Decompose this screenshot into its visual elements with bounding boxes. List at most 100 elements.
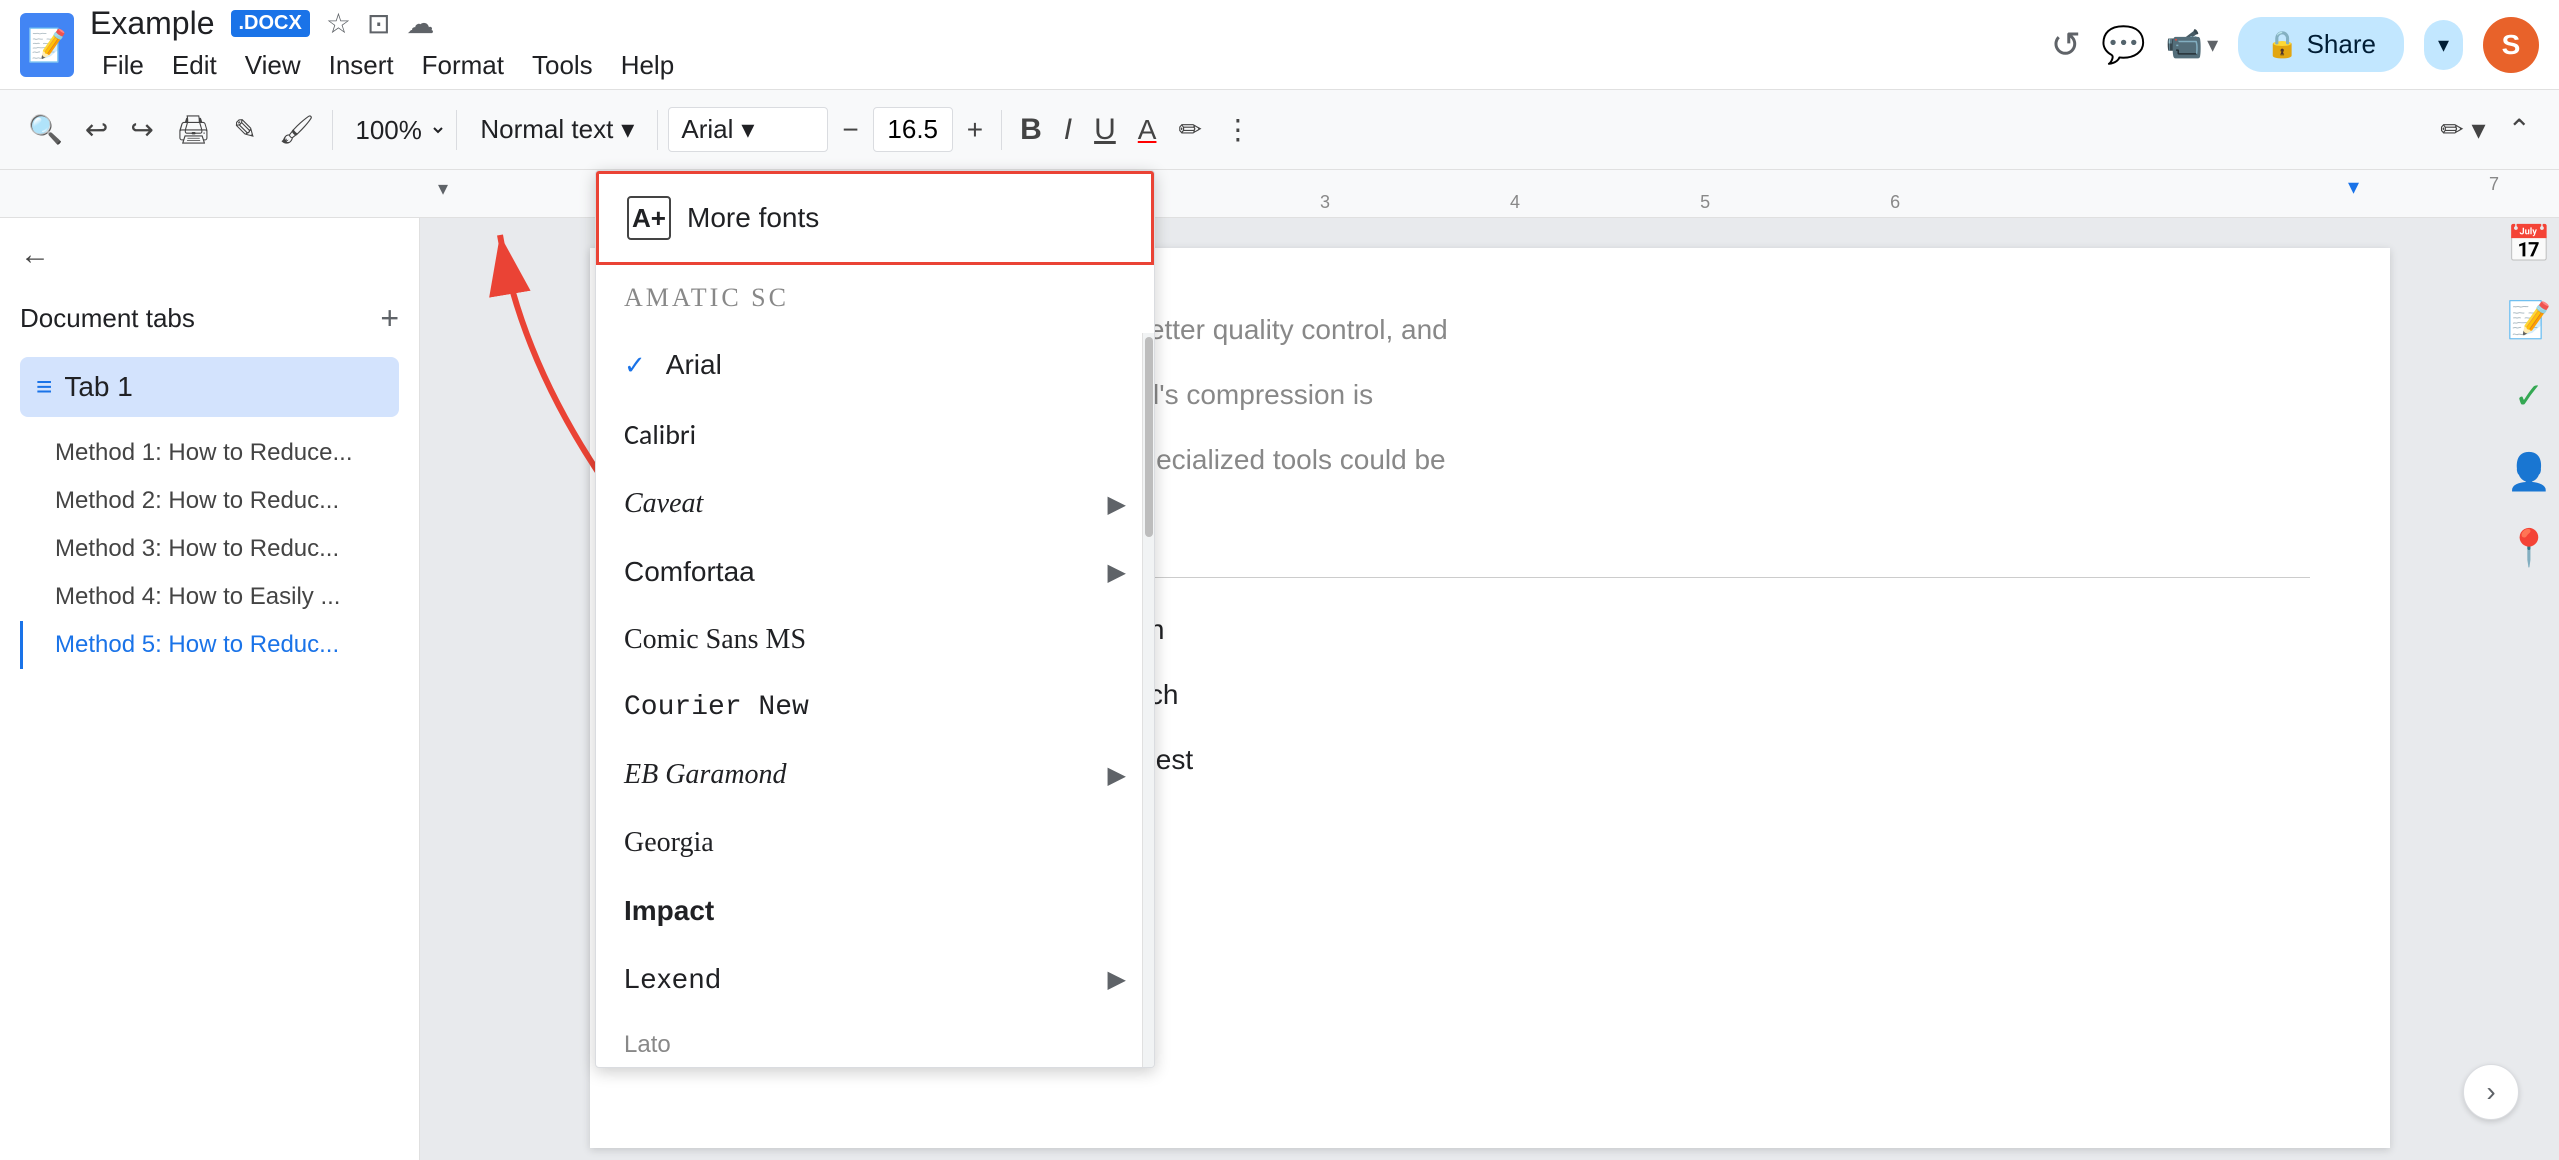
bold-button[interactable]: B bbox=[1012, 107, 1050, 153]
font-item-courier[interactable]: Courier New bbox=[596, 674, 1154, 741]
redo-button[interactable]: ↪ bbox=[122, 107, 161, 152]
font-item-impact[interactable]: Impact bbox=[596, 877, 1154, 945]
font-selector[interactable]: Arial ▾ bbox=[668, 107, 828, 152]
menu-help[interactable]: Help bbox=[609, 46, 686, 85]
font-item-amatic[interactable]: AMATIC SC bbox=[596, 265, 1154, 331]
camera-dropdown-icon: ▾ bbox=[2207, 32, 2218, 58]
separator-1 bbox=[332, 110, 333, 150]
font-name: Arial bbox=[681, 114, 733, 145]
doc-tabs-header: Document tabs + bbox=[20, 300, 399, 337]
docs-icon: 📝 bbox=[27, 26, 67, 64]
main-container: ← Document tabs + ≡ Tab 1 Method 1: How … bbox=[0, 218, 2559, 1160]
menu-tools[interactable]: Tools bbox=[520, 46, 605, 85]
more-formatting-button[interactable]: ⋮ bbox=[1216, 107, 1260, 152]
underline-button[interactable]: U bbox=[1086, 107, 1124, 153]
style-selector[interactable]: Normal text ▾ bbox=[467, 107, 647, 152]
separator-4 bbox=[1001, 110, 1002, 150]
top-bar: 📝 Example .DOCX ☆ ⊡ ☁ File Edit View Ins… bbox=[0, 0, 2559, 90]
doc-title-area: Example .DOCX ☆ ⊡ ☁ File Edit View Inser… bbox=[90, 5, 686, 85]
caveat-arrow-icon: ▶ bbox=[1108, 490, 1126, 519]
menu-file[interactable]: File bbox=[90, 46, 156, 85]
font-size-increase[interactable]: + bbox=[959, 108, 991, 152]
meet-button[interactable]: 📹 ▾ bbox=[2166, 27, 2218, 62]
lock-icon: 🔒 bbox=[2266, 29, 2298, 60]
font-item-arial[interactable]: ✓ Arial bbox=[596, 331, 1154, 399]
docx-badge: .DOCX bbox=[231, 10, 310, 37]
menu-bar: File Edit View Insert Format Tools Help bbox=[90, 46, 686, 85]
expand-icon: › bbox=[2486, 1076, 2495, 1108]
separator-2 bbox=[456, 110, 457, 150]
menu-view[interactable]: View bbox=[233, 46, 313, 85]
separator-3 bbox=[657, 110, 658, 150]
doc-title-row: Example .DOCX ☆ ⊡ ☁ bbox=[90, 5, 686, 42]
comfortaa-arrow-icon: ▶ bbox=[1108, 558, 1126, 587]
more-fonts-item[interactable]: A+ More fonts bbox=[596, 171, 1154, 265]
app-icon: 📝 bbox=[20, 13, 74, 77]
text-color-button[interactable]: A bbox=[1130, 108, 1165, 152]
font-item-georgia[interactable]: Georgia bbox=[596, 809, 1154, 877]
top-right: ↺ 💬 📹 ▾ 🔒 Share ▾ S bbox=[2051, 17, 2539, 73]
eb-arrow-icon: ▶ bbox=[1108, 761, 1126, 790]
font-item-comfortaa[interactable]: Comfortaa ▶ bbox=[596, 538, 1154, 606]
outline-item-3[interactable]: Method 4: How to Easily ... bbox=[20, 573, 399, 621]
cloud-icon[interactable]: ☁ bbox=[406, 7, 434, 40]
arial-check-icon: ✓ bbox=[624, 350, 646, 381]
print-button[interactable]: 🖨 bbox=[168, 107, 220, 152]
menu-insert[interactable]: Insert bbox=[317, 46, 406, 85]
menu-edit[interactable]: Edit bbox=[160, 46, 229, 85]
tasks-icon[interactable]: ✓ bbox=[2505, 372, 2553, 420]
edit-pen-button[interactable]: ✏ ▾ bbox=[2432, 107, 2493, 152]
outline-item-1[interactable]: Method 2: How to Reduc... bbox=[20, 477, 399, 525]
font-scrollbar-thumb bbox=[1145, 337, 1153, 537]
back-button[interactable]: ← bbox=[20, 238, 399, 272]
expand-sidebar-button[interactable]: › bbox=[2463, 1064, 2519, 1120]
toolbar: 🔍 ↩ ↪ 🖨 ✎ 🖌 100% Normal text ▾ Arial ▾ −… bbox=[0, 90, 2559, 170]
add-tab-button[interactable]: + bbox=[380, 300, 399, 337]
menu-format[interactable]: Format bbox=[410, 46, 516, 85]
font-item-caveat[interactable]: Caveat ▶ bbox=[596, 470, 1154, 538]
font-item-eb[interactable]: EB Garamond ▶ bbox=[596, 741, 1154, 809]
contacts-icon[interactable]: 👤 bbox=[2505, 448, 2553, 496]
sidebar: ← Document tabs + ≡ Tab 1 Method 1: How … bbox=[0, 218, 420, 1160]
notes-icon[interactable]: 📝 bbox=[2505, 296, 2553, 344]
more-fonts-label: More fonts bbox=[687, 202, 819, 234]
tab-1[interactable]: ≡ Tab 1 bbox=[20, 357, 399, 417]
highlight-button[interactable]: ✏ bbox=[1170, 107, 1209, 152]
font-size-input[interactable] bbox=[873, 107, 953, 152]
font-dropdown: A+ More fonts AMATIC SC ✓ Arial Calibri … bbox=[595, 170, 1155, 1068]
right-sidebar: 📅 📝 ✓ 👤 📍 bbox=[2499, 200, 2559, 592]
ruler: ▾ 1 2 3 4 5 6 ▾ 7 bbox=[0, 170, 2559, 218]
font-item-more[interactable]: Lato bbox=[596, 1013, 1154, 1067]
spellcheck-button[interactable]: ✎ bbox=[225, 107, 264, 152]
back-icon: ← bbox=[20, 238, 50, 272]
collapse-toolbar-button[interactable]: ⌃ bbox=[2500, 107, 2539, 152]
font-item-calibri[interactable]: Calibri bbox=[596, 399, 1154, 470]
style-dropdown-icon: ▾ bbox=[621, 114, 634, 145]
outline-item-0[interactable]: Method 1: How to Reduce... bbox=[20, 429, 399, 477]
doc-title: Example bbox=[90, 5, 215, 42]
font-size-decrease[interactable]: − bbox=[834, 108, 866, 152]
paintformat-button[interactable]: 🖌 bbox=[271, 107, 323, 152]
share-button[interactable]: 🔒 Share bbox=[2238, 17, 2404, 72]
doc-tabs-label: Document tabs bbox=[20, 303, 195, 334]
outline-item-4[interactable]: Method 5: How to Reduc... bbox=[20, 621, 399, 669]
font-item-lexend[interactable]: Lexend ▶ bbox=[596, 945, 1154, 1013]
search-button[interactable]: 🔍 bbox=[20, 107, 71, 152]
tab-doc-icon: ≡ bbox=[36, 371, 52, 403]
outline-item-2[interactable]: Method 3: How to Reduc... bbox=[20, 525, 399, 573]
user-avatar[interactable]: S bbox=[2483, 17, 2539, 73]
font-item-comic[interactable]: Comic Sans MS bbox=[596, 606, 1154, 674]
share-dropdown-button[interactable]: ▾ bbox=[2424, 20, 2463, 70]
italic-button[interactable]: I bbox=[1056, 107, 1080, 153]
comments-button[interactable]: 💬 bbox=[2101, 24, 2146, 66]
history-button[interactable]: ↺ bbox=[2051, 24, 2081, 66]
style-label: Normal text bbox=[480, 114, 613, 145]
calendar-icon[interactable]: 📅 bbox=[2505, 220, 2553, 268]
zoom-selector[interactable]: 100% bbox=[343, 110, 446, 150]
font-scrollbar[interactable] bbox=[1142, 333, 1154, 1067]
undo-button[interactable]: ↩ bbox=[77, 107, 116, 152]
lexend-arrow-icon: ▶ bbox=[1108, 965, 1126, 994]
folder-icon[interactable]: ⊡ bbox=[367, 7, 390, 40]
maps-icon[interactable]: 📍 bbox=[2505, 524, 2553, 572]
star-icon[interactable]: ☆ bbox=[326, 7, 351, 40]
